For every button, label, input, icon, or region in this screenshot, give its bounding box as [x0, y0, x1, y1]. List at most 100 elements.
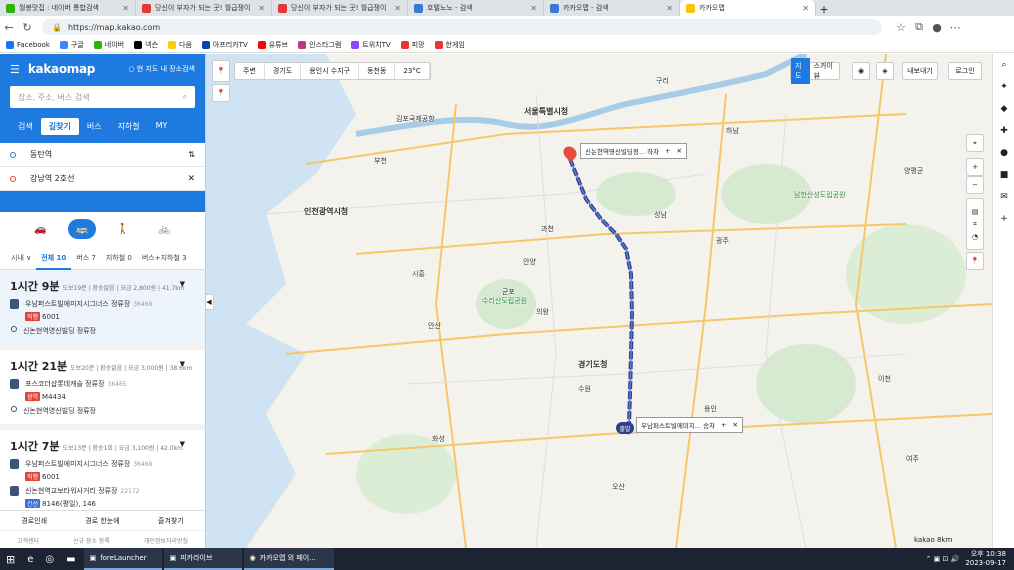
route-filter-tab[interactable]: 버스+지하철 3 — [137, 253, 192, 263]
map-canvas[interactable]: 📍 📍 주변 경기도 용인시 수지구 동천동 23°C 지도 스카이뷰 ◉ ◈ 내보내기… — [206, 54, 992, 548]
bookmark-item[interactable]: 피망 — [400, 40, 425, 50]
layers-icon[interactable]: ◈ — [876, 62, 894, 80]
poi-pin-icon[interactable]: 📍 — [212, 84, 230, 102]
map-place-label[interactable]: 성남 — [654, 210, 667, 220]
map-place-label[interactable]: 부천 — [374, 156, 387, 166]
map-place-label[interactable]: 용인 — [704, 404, 717, 414]
map-view-button[interactable]: 지도 — [791, 58, 810, 84]
area-icon[interactable]: ⌗ — [973, 220, 977, 229]
bookmark-item[interactable]: Facebook — [6, 41, 50, 49]
footer-button[interactable]: 즐겨찾기 — [137, 516, 205, 526]
bike-mode-icon[interactable]: 🚲 — [150, 219, 178, 239]
route-item[interactable]: 1시간 9분 도보19분 | 환승없음 | 요금 2,800원 | 41.7km ▼… — [0, 270, 205, 350]
walk-mode-icon[interactable]: 🚶 — [109, 219, 137, 239]
tab-close-icon[interactable]: ✕ — [258, 4, 265, 13]
copilot-icon[interactable]: ✦ — [993, 76, 1014, 98]
games-icon[interactable]: ● — [993, 142, 1014, 164]
clear-icon[interactable]: ✕ — [187, 174, 195, 184]
current-area-search-toggle[interactable]: ○ 현 지도 내 장소검색 — [128, 64, 195, 74]
login-button[interactable]: 로그인 — [948, 62, 982, 80]
radius-icon[interactable]: ◔ — [972, 233, 978, 241]
sidebar-tab[interactable]: 버스 — [79, 118, 110, 135]
origin-marker-icon[interactable]: 출발 — [616, 422, 634, 434]
new-tab-button[interactable]: + — [816, 3, 832, 16]
menu-icon[interactable]: ⋯ — [946, 21, 964, 34]
expand-chevron-icon[interactable]: ▼ — [180, 280, 185, 288]
map-place-label[interactable]: 양평군 — [904, 166, 923, 176]
expand-chevron-icon[interactable]: ▼ — [180, 360, 185, 368]
location-pin-icon[interactable]: 📍 — [212, 60, 230, 82]
my-location-icon[interactable]: ⌖ — [966, 134, 984, 152]
map-place-label[interactable]: 오산 — [612, 482, 625, 492]
collapse-sidebar-icon[interactable]: ◀ — [206, 294, 214, 310]
popup-close-icon[interactable]: ✕ — [677, 147, 682, 155]
bookmark-item[interactable]: 한게임 — [434, 40, 465, 50]
map-place-label[interactable]: 시흥 — [412, 269, 425, 279]
ruler-icon[interactable]: ▤ — [972, 208, 979, 216]
bookmark-item[interactable]: 다음 — [168, 40, 192, 50]
footer-button[interactable]: 경로 한눈에 — [68, 516, 136, 526]
popup-add-icon[interactable]: + — [721, 421, 726, 429]
route-filter-tab[interactable]: 시내 ∨ — [6, 253, 36, 263]
add-icon[interactable]: + — [993, 208, 1014, 230]
search-input[interactable]: 장소, 주소, 버스 검색 ⌕ — [10, 86, 195, 108]
map-place-label[interactable]: 과천 — [541, 224, 554, 234]
route-item[interactable]: 1시간 21분 도보20분 | 환승없음 | 요금 3,000원 | 38.6km… — [0, 350, 205, 430]
map-place-label[interactable]: 수리산도립공원 — [482, 296, 527, 306]
profile-icon[interactable]: ● — [928, 21, 946, 34]
shopping-icon[interactable]: ◆ — [993, 98, 1014, 120]
view-toggle[interactable]: 지도 스카이뷰 — [790, 58, 840, 84]
sidebar-tab[interactable]: 길찾기 — [40, 118, 79, 135]
favorites-icon[interactable]: ☆ — [892, 21, 910, 34]
poi-filter-icon[interactable]: 📍 — [966, 252, 984, 270]
sidebar-tab[interactable]: 검색 — [10, 118, 41, 135]
map-place-label[interactable]: 인천광역시청 — [304, 206, 348, 217]
roadview-icon[interactable]: ◉ — [852, 62, 870, 80]
browser-tab[interactable]: 카카오맵 - 검색 ✕ — [544, 0, 680, 16]
sidebar-tab[interactable]: 지하철 — [110, 118, 148, 135]
map-toolbar-item[interactable]: 동천동 — [359, 63, 396, 79]
footer-link[interactable]: 고객센터 — [17, 536, 39, 545]
route-filter-tab[interactable]: 지하철 0 — [101, 253, 137, 263]
bookmark-item[interactable]: 트위치TV — [351, 40, 391, 50]
explorer-icon[interactable]: ▬ — [60, 548, 81, 570]
swap-icon[interactable]: ⇅ — [188, 150, 195, 159]
hamburger-menu-icon[interactable]: ☰ — [10, 63, 20, 76]
footer-button[interactable]: 경로인쇄 — [0, 516, 68, 526]
browser-tab[interactable]: 호텔노노 - 검색 ✕ — [408, 0, 544, 16]
map-toolbar-item[interactable]: 용인시 수지구 — [301, 63, 360, 79]
outlook-icon[interactable]: ✉ — [993, 186, 1014, 208]
kakaomap-logo[interactable]: kakaomap — [28, 62, 96, 76]
tools-icon[interactable]: ✚ — [993, 120, 1014, 142]
office-icon[interactable]: ■ — [993, 164, 1014, 186]
origin-popup[interactable]: 우남퍼스트빌에미지... 승차 + ✕ — [636, 417, 743, 433]
zoom-in-icon[interactable]: + — [966, 158, 984, 176]
ie-icon[interactable]: e — [21, 548, 39, 570]
destination-popup[interactable]: 신논현역영신빌딩정... 하차 + ✕ — [580, 143, 687, 159]
search-icon[interactable]: ⌕ — [183, 92, 187, 102]
map-place-label[interactable]: 하남 — [726, 126, 739, 136]
map-place-label[interactable]: 안양 — [523, 257, 536, 267]
bookmark-item[interactable]: 구글 — [59, 40, 84, 50]
car-mode-icon[interactable]: 🚗 — [27, 219, 55, 239]
share-button[interactable]: 내보내기 — [902, 62, 938, 80]
map-place-label[interactable]: 구리 — [656, 76, 669, 86]
clock[interactable]: 오후 10:38 2023-09-17 — [965, 550, 1006, 568]
refresh-icon[interactable]: ↻ — [18, 21, 36, 34]
popup-close-icon[interactable]: ✕ — [733, 421, 738, 429]
map-place-label[interactable]: 김포국제공항 — [396, 114, 435, 124]
expand-chevron-icon[interactable]: ▼ — [180, 440, 185, 448]
tab-close-icon[interactable]: ✕ — [666, 4, 673, 13]
chrome-icon[interactable]: ◎ — [39, 548, 60, 570]
back-icon[interactable]: ← — [0, 21, 18, 34]
zoom-out-icon[interactable]: − — [966, 176, 984, 194]
transit-mode-icon[interactable]: 🚌 — [67, 219, 96, 239]
tab-close-icon[interactable]: ✕ — [802, 4, 809, 13]
browser-tab[interactable]: 월봉맛집 : 네이버 통합검색 ✕ — [0, 0, 136, 16]
map-place-label[interactable]: 서울특별시청 — [524, 106, 568, 117]
taskbar-app-forelauncher[interactable]: ▣ foreLauncher — [83, 548, 162, 570]
taskbar-app-edge[interactable]: ◉ 카카오맵 외 페이... — [243, 548, 334, 570]
browser-tab[interactable]: 당신이 부자가 되는 곳! 월급쟁이 ✕ — [272, 0, 408, 16]
url-field[interactable]: 🔒 https://map.kakao.com — [42, 19, 882, 35]
popup-add-icon[interactable]: + — [665, 147, 670, 155]
